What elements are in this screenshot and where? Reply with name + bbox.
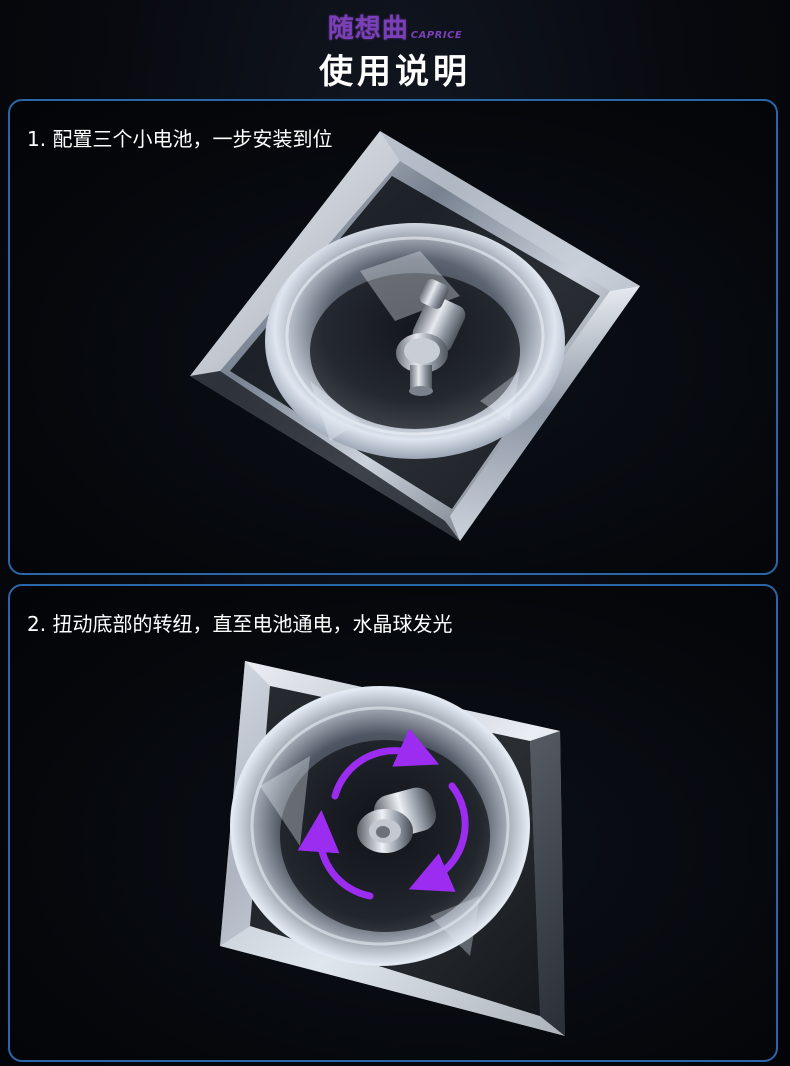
- brand-name-cn: 随想曲: [327, 14, 409, 44]
- page-title: 使用说明: [319, 52, 471, 92]
- step-1-text: 1. 配置三个小电池，一步安装到位: [27, 127, 333, 151]
- brand-name-en: CAPRICE: [410, 30, 463, 41]
- step-2-photo: [200, 656, 600, 1056]
- brand-logo: 随想曲 CAPRICE: [0, 8, 790, 45]
- step-1-photo: [160, 121, 660, 561]
- crystal-base-knob-illustration: [220, 661, 565, 1036]
- instruction-page: 随想曲 CAPRICE 使用说明 1. 配置三个小电池，一步安装到位 2. 扭动…: [0, 0, 790, 1066]
- step-2-text: 2. 扭动底部的转纽，直至电池通电，水晶球发光: [27, 612, 453, 636]
- crystal-base-illustration: [190, 131, 640, 541]
- step-2-panel: 2. 扭动底部的转纽，直至电池通电，水晶球发光: [8, 584, 778, 1062]
- step-1-panel: 1. 配置三个小电池，一步安装到位: [8, 99, 778, 575]
